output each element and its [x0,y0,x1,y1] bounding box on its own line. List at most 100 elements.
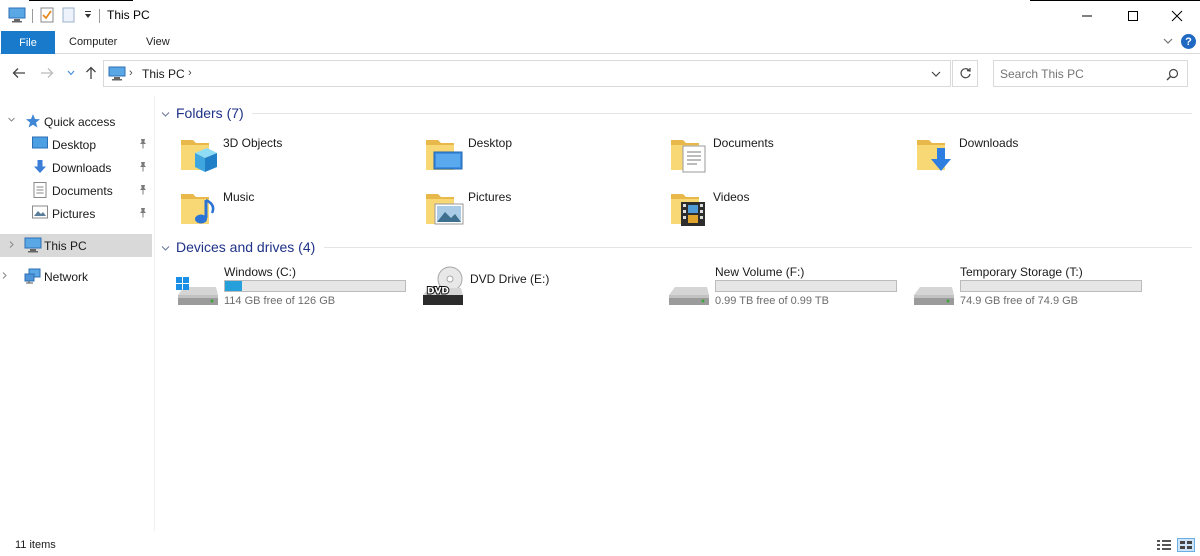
computer-icon[interactable] [8,7,26,26]
new-folder-icon[interactable] [61,7,77,26]
expand-chevron-icon[interactable] [7,240,16,251]
search-box[interactable] [993,60,1188,87]
customize-toolbar-icon[interactable] [83,9,93,23]
back-arrow-icon [12,68,25,78]
folder-music[interactable]: Music [179,188,419,238]
computer-icon [108,66,126,84]
folder-documents[interactable]: Documents [669,134,909,184]
recent-locations-button[interactable] [63,65,79,81]
group-header-devices-and-drives[interactable]: Devices and drives (4) [160,237,1192,257]
collapse-chevron-icon[interactable] [160,241,171,257]
help-icon[interactable]: ? [1181,34,1196,49]
drive-usage-bar [960,280,1142,292]
sidebar-item-documents[interactable]: Documents [0,179,152,201]
music-folder-icon [179,188,219,228]
download-arrow-icon [32,159,50,175]
network-icon [24,268,42,284]
drive-free-space: 74.9 GB free of 74.9 GB [960,295,1079,307]
picture-icon [32,205,50,221]
desktop-folder-icon [424,134,464,174]
drive-new-volume-f[interactable]: New Volume (F:) 0.99 TB free of 0.99 TB [666,265,906,315]
window-title: This PC [107,8,150,22]
folder-downloads[interactable]: Downloads [915,134,1155,184]
collapse-chevron-icon[interactable] [160,107,171,123]
drive-usage-bar [224,280,406,292]
navigation-pane: Quick access Desktop Downloads Documents [0,96,155,531]
maximize-icon [1128,10,1138,21]
sidebar-item-label: Quick access [44,115,116,129]
folder-pictures[interactable]: Pictures [424,188,664,238]
drive-free-space: 0.99 TB free of 0.99 TB [715,295,829,307]
expand-ribbon-icon[interactable] [1162,35,1174,50]
drive-label: New Volume (F:) [715,265,805,279]
quick-access-toolbar [8,6,100,26]
folder-desktop[interactable]: Desktop [424,134,664,184]
computer-icon [24,237,42,253]
group-title: Devices and drives (4) [176,239,316,255]
toolbar-separator [32,9,33,23]
drive-windows-c[interactable]: Windows (C:) 114 GB free of 126 GB [175,265,415,315]
sidebar-item-this-pc[interactable]: This PC [0,234,152,257]
folder-label: Downloads [959,136,1019,150]
folder-3d-objects[interactable]: 3D Objects [179,134,419,184]
hard-drive-icon [666,265,710,309]
folder-label: Videos [713,190,750,204]
tab-file[interactable]: File [1,31,55,54]
breadcrumb-this-pc[interactable]: This PC [142,67,185,81]
up-button[interactable] [83,65,99,81]
expand-chevron-icon[interactable] [7,115,16,126]
address-bar[interactable]: › This PC › [103,60,951,87]
address-dropdown-icon[interactable] [930,68,942,82]
breadcrumb-separator-icon[interactable]: › [129,67,133,79]
back-button[interactable] [11,65,27,81]
search-input[interactable] [1000,65,1160,82]
drive-label: Windows (C:) [224,265,297,279]
sidebar-item-label: This PC [44,239,87,253]
close-icon [1171,10,1183,21]
expand-chevron-icon[interactable] [0,271,9,282]
desktop-icon [32,136,50,152]
navigation-bar: › This PC › [0,55,1200,93]
properties-icon[interactable] [39,7,55,26]
documents-folder-icon [669,134,709,174]
forward-arrow-icon [41,68,54,78]
minimize-button[interactable] [1064,0,1110,31]
pin-icon[interactable] [138,184,148,198]
drive-label: Temporary Storage (T:) [960,265,1083,279]
refresh-button[interactable] [952,60,978,87]
group-header-folders[interactable]: Folders (7) [160,103,1192,123]
status-bar: 11 items [0,534,1200,556]
breadcrumb-separator-icon[interactable]: › [188,67,192,79]
sidebar-item-desktop[interactable]: Desktop [0,133,152,155]
up-arrow-icon [86,66,96,79]
details-view-icon[interactable] [1156,538,1172,555]
sidebar-item-pictures[interactable]: Pictures [0,202,152,224]
pin-icon[interactable] [138,161,148,175]
drive-usage-bar [715,280,897,292]
group-divider [324,247,1192,248]
close-button[interactable] [1154,0,1200,31]
ribbon-tabs: File Computer View ? [0,31,1200,54]
pin-icon[interactable] [138,207,148,221]
drive-temporary-storage-t[interactable]: Temporary Storage (T:) 74.9 GB free of 7… [911,265,1151,315]
maximize-button[interactable] [1110,0,1156,31]
sidebar-item-label: Pictures [52,207,96,221]
tab-view[interactable]: View [146,36,170,48]
sidebar-item-downloads[interactable]: Downloads [0,156,152,178]
large-icons-view-icon[interactable] [1177,538,1195,552]
sidebar-item-quick-access[interactable]: Quick access [0,110,152,132]
forward-button[interactable] [39,65,55,81]
title-bar: This PC [0,0,1200,31]
drive-free-space: 114 GB free of 126 GB [224,295,336,307]
search-icon[interactable] [1166,68,1179,84]
folder-label: 3D Objects [223,136,283,150]
pin-icon[interactable] [138,138,148,152]
pictures-folder-icon [424,188,464,228]
sidebar-item-network[interactable]: Network [0,265,152,287]
chevron-down-icon [67,70,75,76]
svg-text:DVD: DVD [427,287,449,297]
drive-dvd-e[interactable]: DVD DVD Drive (E:) [421,265,661,315]
tab-computer[interactable]: Computer [69,36,117,48]
sidebar-item-label: Downloads [52,161,112,175]
folder-videos[interactable]: Videos [669,188,909,238]
